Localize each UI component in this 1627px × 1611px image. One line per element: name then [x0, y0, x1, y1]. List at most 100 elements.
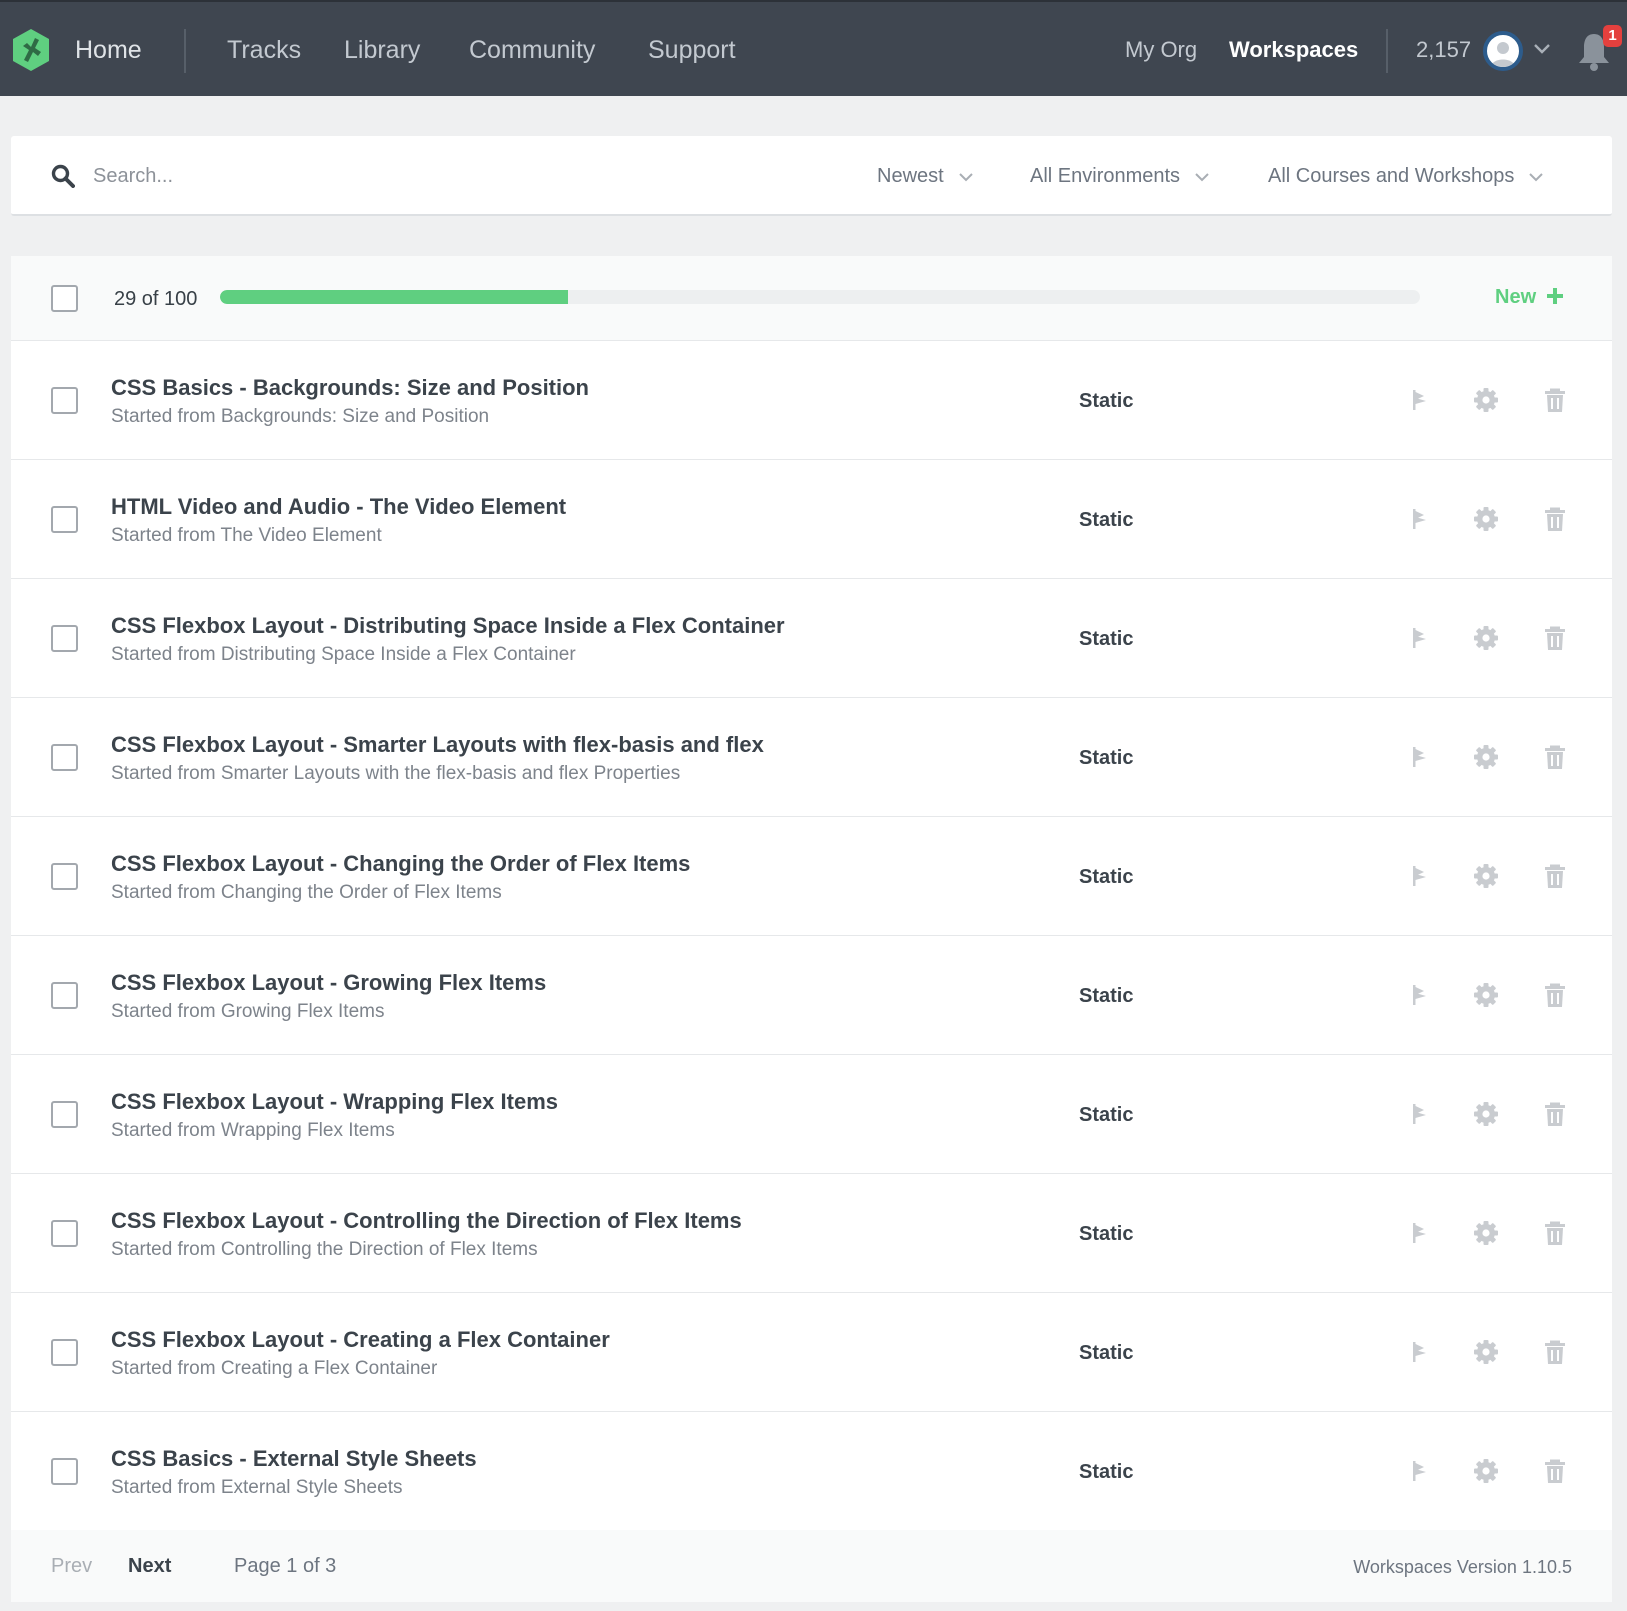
pagination-footer: Prev Next Page 1 of 3 Workspaces Version… [11, 1530, 1612, 1602]
user-avatar-icon [1491, 42, 1515, 67]
top-navigation-bar: Home Tracks Library Community Support My… [0, 0, 1627, 96]
select-all-checkbox[interactable] [51, 285, 78, 312]
gear-icon[interactable] [1473, 1339, 1499, 1365]
nav-tracks-link[interactable]: Tracks [227, 32, 301, 68]
chevron-down-icon[interactable] [1533, 40, 1551, 58]
workspace-row: CSS Flexbox Layout - Growing Flex Items … [11, 936, 1612, 1055]
list-header: 29 of 100 New [11, 256, 1612, 341]
row-checkbox[interactable] [51, 1339, 78, 1366]
workspace-row: CSS Flexbox Layout - Distributing Space … [11, 579, 1612, 698]
row-checkbox[interactable] [51, 744, 78, 771]
gear-icon[interactable] [1473, 625, 1499, 651]
trash-icon[interactable] [1542, 1101, 1568, 1127]
share-icon[interactable] [1406, 1458, 1432, 1484]
chevron-down-icon [1195, 173, 1209, 182]
workspace-row: CSS Flexbox Layout - Changing the Order … [11, 817, 1612, 936]
new-workspace-button[interactable]: New [1495, 282, 1564, 312]
row-checkbox[interactable] [51, 625, 78, 652]
share-icon[interactable] [1406, 625, 1432, 651]
courses-dropdown-label: All Courses and Workshops [1268, 165, 1515, 187]
workspace-title[interactable]: CSS Flexbox Layout - Changing the Order … [111, 849, 690, 879]
workspace-title[interactable]: CSS Flexbox Layout - Distributing Space … [111, 611, 785, 641]
trash-icon[interactable] [1542, 863, 1568, 889]
workspace-origin: Started from External Style Sheets [111, 1477, 403, 1498]
workspace-title[interactable]: CSS Flexbox Layout - Smarter Layouts wit… [111, 730, 764, 760]
trash-icon[interactable] [1542, 982, 1568, 1008]
version-label: Workspaces Version 1.10.5 [1353, 1557, 1572, 1577]
share-icon[interactable] [1406, 744, 1432, 770]
trash-icon[interactable] [1542, 506, 1568, 532]
trash-icon[interactable] [1542, 625, 1568, 651]
workspaces-list-panel: 29 of 100 New CSS Basics - Backgrounds: … [11, 256, 1612, 1602]
user-avatar[interactable] [1483, 31, 1523, 71]
workspace-environment: Static [1079, 1461, 1134, 1483]
trash-icon[interactable] [1542, 387, 1568, 413]
share-icon[interactable] [1406, 387, 1432, 413]
new-workspace-label: New [1495, 286, 1537, 308]
nav-community-link[interactable]: Community [469, 32, 595, 68]
share-icon[interactable] [1406, 1339, 1432, 1365]
trash-icon[interactable] [1542, 1339, 1568, 1365]
environment-dropdown-label: All Environments [1030, 165, 1181, 187]
workspace-environment: Static [1079, 509, 1134, 531]
next-page-link[interactable]: Next [128, 1552, 171, 1580]
row-checkbox[interactable] [51, 982, 78, 1009]
row-checkbox[interactable] [51, 506, 78, 533]
row-checkbox[interactable] [51, 1101, 78, 1128]
trash-icon[interactable] [1542, 1220, 1568, 1246]
share-icon[interactable] [1406, 982, 1432, 1008]
share-icon[interactable] [1406, 1220, 1432, 1246]
row-checkbox[interactable] [51, 863, 78, 890]
workspace-origin: Started from Controlling the Direction o… [111, 1239, 538, 1260]
workspace-origin: Started from Distributing Space Inside a… [111, 644, 576, 665]
workspace-row: CSS Flexbox Layout - Wrapping Flex Items… [11, 1055, 1612, 1174]
workspace-title[interactable]: CSS Flexbox Layout - Creating a Flex Con… [111, 1325, 610, 1355]
points-count: 2,157 [1416, 37, 1472, 62]
courses-dropdown[interactable]: All Courses and Workshops [1268, 156, 1544, 196]
share-icon[interactable] [1406, 1101, 1432, 1127]
workspace-row: CSS Flexbox Layout - Smarter Layouts wit… [11, 698, 1612, 817]
workspace-environment: Static [1079, 985, 1134, 1007]
workspace-title[interactable]: CSS Flexbox Layout - Growing Flex Items [111, 968, 546, 998]
gear-icon[interactable] [1473, 982, 1499, 1008]
gear-icon[interactable] [1473, 1101, 1499, 1127]
search-filter-bar: Newest All Environments All Courses and … [11, 136, 1612, 216]
nav-library-link[interactable]: Library [344, 32, 420, 68]
share-icon[interactable] [1406, 506, 1432, 532]
row-checkbox[interactable] [51, 1220, 78, 1247]
share-icon[interactable] [1406, 863, 1432, 889]
environment-dropdown[interactable]: All Environments [1030, 156, 1210, 196]
workspace-environment: Static [1079, 390, 1134, 412]
workspace-title[interactable]: CSS Flexbox Layout - Controlling the Dir… [111, 1206, 742, 1236]
search-input[interactable] [93, 156, 653, 196]
trash-icon[interactable] [1542, 744, 1568, 770]
workspace-environment: Static [1079, 1223, 1134, 1245]
sort-dropdown[interactable]: Newest [877, 156, 974, 196]
gear-icon[interactable] [1473, 1458, 1499, 1484]
nav-home-link[interactable]: Home [75, 32, 142, 68]
workspace-origin: Started from Wrapping Flex Items [111, 1120, 395, 1141]
trash-icon[interactable] [1542, 1458, 1568, 1484]
nav-my-org-link[interactable]: My Org [1125, 32, 1197, 68]
gear-icon[interactable] [1473, 863, 1499, 889]
treehouse-logo-icon[interactable] [10, 28, 52, 72]
workspace-rows: CSS Basics - Backgrounds: Size and Posit… [11, 341, 1612, 1531]
gear-icon[interactable] [1473, 387, 1499, 413]
workspace-row: CSS Basics - Backgrounds: Size and Posit… [11, 341, 1612, 460]
gear-icon[interactable] [1473, 1220, 1499, 1246]
workspace-title[interactable]: HTML Video and Audio - The Video Element [111, 492, 566, 522]
gear-icon[interactable] [1473, 506, 1499, 532]
workspace-title[interactable]: CSS Basics - External Style Sheets [111, 1444, 477, 1474]
workspace-title[interactable]: CSS Flexbox Layout - Wrapping Flex Items [111, 1087, 558, 1117]
workspace-environment: Static [1079, 747, 1134, 769]
nav-support-link[interactable]: Support [648, 32, 736, 68]
row-checkbox[interactable] [51, 1458, 78, 1485]
gear-icon[interactable] [1473, 744, 1499, 770]
prev-page-link[interactable]: Prev [51, 1552, 92, 1580]
workspace-origin: Started from Creating a Flex Container [111, 1358, 438, 1379]
workspace-title[interactable]: CSS Basics - Backgrounds: Size and Posit… [111, 373, 589, 403]
workspace-origin: Started from Growing Flex Items [111, 1001, 385, 1022]
row-checkbox[interactable] [51, 387, 78, 414]
workspace-origin: Started from Changing the Order of Flex … [111, 882, 502, 903]
nav-workspaces-link[interactable]: Workspaces [1229, 32, 1358, 68]
